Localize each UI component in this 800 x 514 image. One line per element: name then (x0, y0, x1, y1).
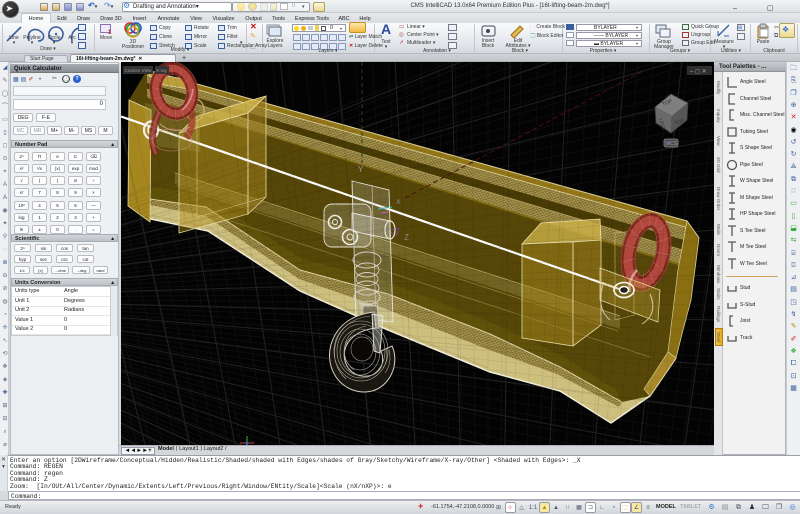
svg-text:‒ ◻ ✕: ‒ ◻ ✕ (690, 69, 707, 75)
svg-text:X-ray: X-ray (156, 68, 168, 73)
svg-text:WCS: WCS (666, 141, 678, 147)
svg-text:Custom View: Custom View (125, 68, 153, 73)
